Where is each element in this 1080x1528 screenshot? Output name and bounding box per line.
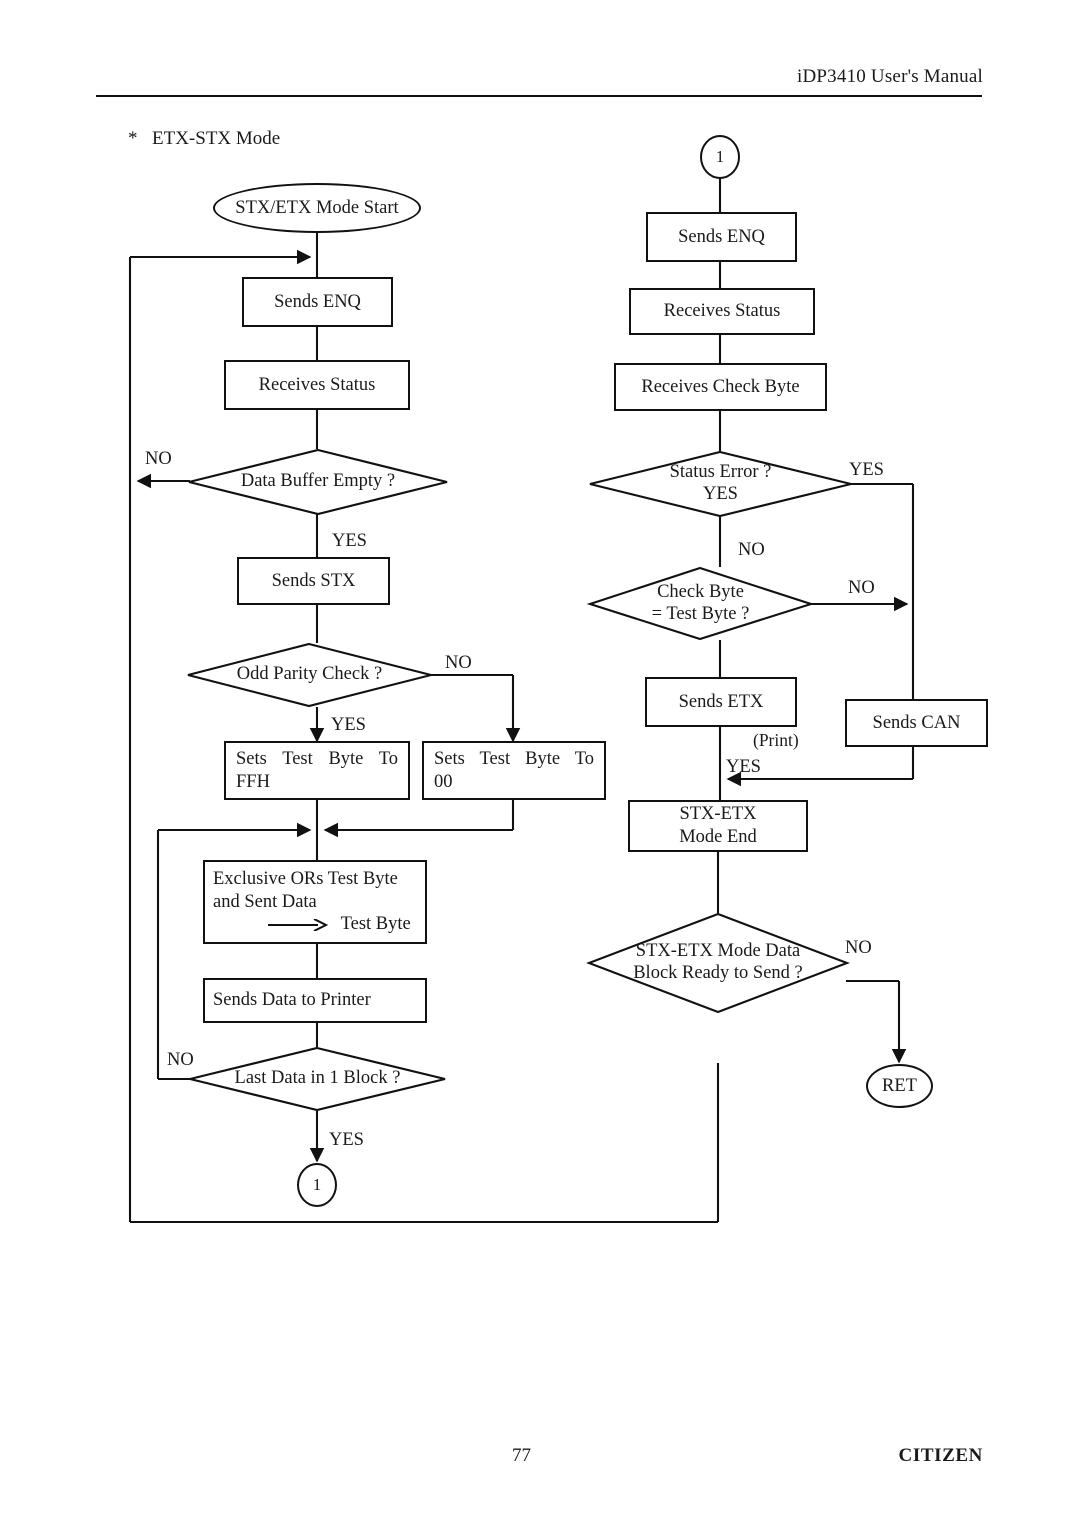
left-sends-enq-label: Sends ENQ bbox=[274, 291, 361, 312]
odd-parity-no-label: NO bbox=[445, 653, 472, 673]
right-connector-1: 1 bbox=[700, 135, 740, 179]
mode-end-line2: Mode End bbox=[679, 827, 757, 847]
last-data-in-block-decision: Last Data in 1 Block ? bbox=[189, 1046, 446, 1112]
odd-parity-yes-label: YES bbox=[331, 715, 366, 735]
block-ready-line1: STX-ETX Mode Data bbox=[635, 941, 801, 962]
check-byte-line1: Check Byte bbox=[657, 581, 744, 602]
block-ready-to-send-decision: STX-ETX Mode Data Block Ready to Send ? bbox=[586, 912, 850, 1014]
left-sends-enq-box: Sends ENQ bbox=[242, 277, 393, 327]
last-data-no-label: NO bbox=[167, 1050, 194, 1070]
print-note-label: (Print) bbox=[753, 730, 799, 750]
sends-etx-box: Sends ETX bbox=[645, 677, 797, 727]
mode-end-line1: STX-ETX bbox=[679, 804, 757, 825]
right-connector-1-label: 1 bbox=[715, 146, 725, 166]
data-buffer-empty-decision: Data Buffer Empty ? bbox=[188, 448, 448, 516]
mode-end-text: STX-ETX Mode End bbox=[630, 803, 806, 848]
right-sends-enq-label: Sends ENQ bbox=[678, 226, 765, 247]
xor-line1: Exclusive ORs Test Byte bbox=[213, 869, 398, 890]
status-error-no-label: NO bbox=[738, 540, 765, 560]
right-sends-enq-box: Sends ENQ bbox=[646, 212, 797, 262]
sets-00-line1: Sets Test Byte To bbox=[434, 748, 594, 769]
exclusive-or-box: Exclusive ORs Test Byte and Sent Data Te… bbox=[203, 860, 427, 944]
status-error-yes-label: YES bbox=[849, 460, 884, 480]
sends-stx-box: Sends STX bbox=[237, 557, 390, 605]
ret-terminator: RET bbox=[866, 1064, 933, 1108]
last-data-yes-label: YES bbox=[329, 1130, 364, 1150]
sets-test-byte-00-text: Sets Test Byte To 00 bbox=[424, 748, 604, 793]
block-ready-line2: Block Ready to Send ? bbox=[633, 963, 803, 983]
stx-etx-mode-end-box: STX-ETX Mode End bbox=[628, 800, 808, 852]
left-receives-status-box: Receives Status bbox=[224, 360, 410, 410]
sends-can-label: Sends CAN bbox=[872, 712, 961, 733]
xor-line2: and Sent Data bbox=[213, 891, 317, 912]
status-error-line2: YES bbox=[703, 484, 738, 504]
manual-page: iDP3410 User's Manual * ETX-STX Mode STX… bbox=[0, 0, 1080, 1528]
status-error-decision: Status Error ? YES bbox=[589, 450, 852, 518]
check-byte-line2: = Test Byte ? bbox=[651, 603, 750, 624]
data-buffer-no-label: NO bbox=[145, 449, 172, 469]
sends-etx-label: Sends ETX bbox=[678, 691, 764, 712]
sends-stx-label: Sends STX bbox=[271, 570, 356, 591]
sets-ffh-line2: FFH bbox=[236, 771, 270, 792]
block-ready-no-label: NO bbox=[845, 938, 872, 958]
left-connector-1: 1 bbox=[297, 1163, 337, 1207]
sets-ffh-line1: Sets Test Byte To bbox=[236, 748, 398, 769]
long-right-arrow-icon bbox=[268, 918, 329, 932]
receives-check-byte-box: Receives Check Byte bbox=[614, 363, 827, 411]
left-connector-1-label: 1 bbox=[312, 1174, 322, 1194]
odd-parity-check-label: Odd Parity Check ? bbox=[236, 664, 383, 685]
xor-line3: Test Byte bbox=[340, 914, 411, 935]
data-buffer-empty-label: Data Buffer Empty ? bbox=[240, 471, 396, 492]
xor-arrow-row: Test Byte bbox=[213, 913, 411, 936]
sends-can-box: Sends CAN bbox=[845, 699, 988, 747]
right-receives-status-box: Receives Status bbox=[629, 288, 815, 335]
ret-terminator-label: RET bbox=[882, 1075, 917, 1096]
receives-check-byte-label: Receives Check Byte bbox=[641, 376, 800, 397]
sends-data-to-printer-label: Sends Data to Printer bbox=[213, 990, 371, 1011]
status-error-line1: Status Error ? bbox=[669, 462, 772, 483]
check-byte-no-label: NO bbox=[848, 578, 875, 598]
can-yes-label: YES bbox=[726, 757, 761, 777]
sets-test-byte-ffh-text: Sets Test Byte To FFH bbox=[226, 748, 408, 793]
sends-data-to-printer-box: Sends Data to Printer bbox=[203, 978, 427, 1023]
exclusive-or-text: Exclusive ORs Test Byte and Sent Data Te… bbox=[205, 868, 425, 936]
odd-parity-check-decision: Odd Parity Check ? bbox=[187, 642, 432, 708]
sets-00-line2: 00 bbox=[434, 771, 453, 792]
data-buffer-yes-label: YES bbox=[332, 531, 367, 551]
check-byte-equals-test-byte-decision: Check Byte = Test Byte ? bbox=[586, 566, 815, 641]
right-receives-status-label: Receives Status bbox=[663, 301, 781, 322]
start-terminator-label: STX/ETX Mode Start bbox=[235, 197, 399, 218]
sets-test-byte-ffh-box: Sets Test Byte To FFH bbox=[224, 741, 410, 800]
start-terminator: STX/ETX Mode Start bbox=[213, 183, 421, 233]
last-data-in-block-label: Last Data in 1 Block ? bbox=[234, 1068, 401, 1089]
sets-test-byte-00-box: Sets Test Byte To 00 bbox=[422, 741, 606, 800]
left-receives-status-label: Receives Status bbox=[258, 374, 376, 395]
